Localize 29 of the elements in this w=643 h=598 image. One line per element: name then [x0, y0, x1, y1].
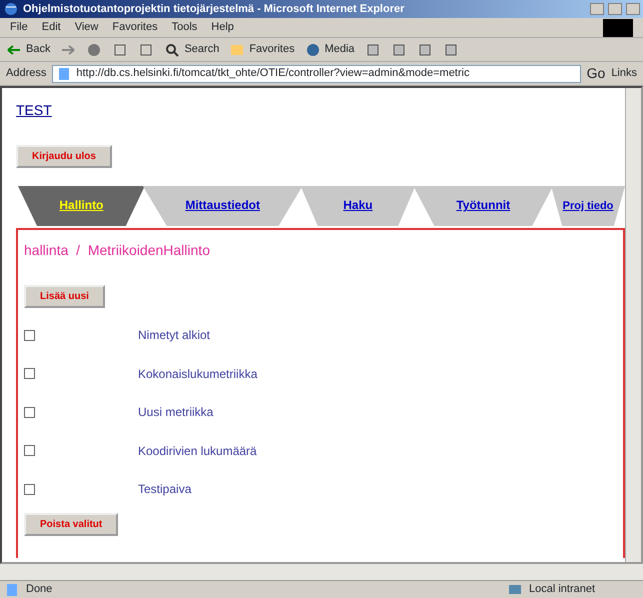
- nav-tab[interactable]: Haku: [300, 186, 416, 226]
- nav-tab[interactable]: Proj tiedo: [551, 186, 625, 226]
- address-label: Address: [6, 66, 46, 82]
- metric-link[interactable]: Kokonaislukumetriikka: [138, 364, 258, 383]
- menu-item[interactable]: View: [74, 19, 98, 36]
- toolbar-button[interactable]: Favorites: [229, 41, 295, 58]
- toolbar-button[interactable]: Media: [304, 41, 355, 58]
- status-text: Done: [26, 582, 54, 598]
- links-label[interactable]: Links: [611, 65, 637, 82]
- breadcrumb: hallinta / MetriikoidenHallinto: [24, 241, 211, 260]
- go-button[interactable]: Go: [586, 63, 606, 84]
- menu-item[interactable]: Tools: [172, 19, 198, 36]
- toolbar-button[interactable]: Search: [164, 41, 220, 58]
- metric-link[interactable]: Uusi metriikka: [138, 403, 214, 422]
- menu-item[interactable]: Help: [211, 19, 234, 36]
- menu-item[interactable]: File: [10, 19, 28, 36]
- metric-link[interactable]: Koodirivien lukumäärä: [138, 442, 257, 460]
- test-link[interactable]: TEST: [16, 102, 52, 118]
- nav-tab[interactable]: Mittaustiedot: [142, 186, 303, 226]
- window-title: Ohjelmistotuotantoprojektin tietojärjestelmä - Microsoft Internet Explorer: [23, 2, 406, 17]
- nav-tab[interactable]: Työtunnit: [413, 186, 554, 226]
- metric-link[interactable]: Nimetyt alkiot: [138, 326, 210, 344]
- address-field[interactable]: http://db.cs.helsinki.fi/tomcat/tkt_ohte/OTIE/controller?view=admin&mode=metric: [52, 64, 581, 82]
- nav-tab[interactable]: Hallinto: [18, 186, 145, 226]
- menu-item[interactable]: Favorites: [112, 19, 158, 36]
- toolbar-button[interactable]: Back: [6, 41, 50, 58]
- menu-item[interactable]: Edit: [42, 19, 61, 36]
- security-zone: Local intranet: [529, 582, 596, 598]
- metric-link[interactable]: Testipaiva: [138, 480, 192, 498]
